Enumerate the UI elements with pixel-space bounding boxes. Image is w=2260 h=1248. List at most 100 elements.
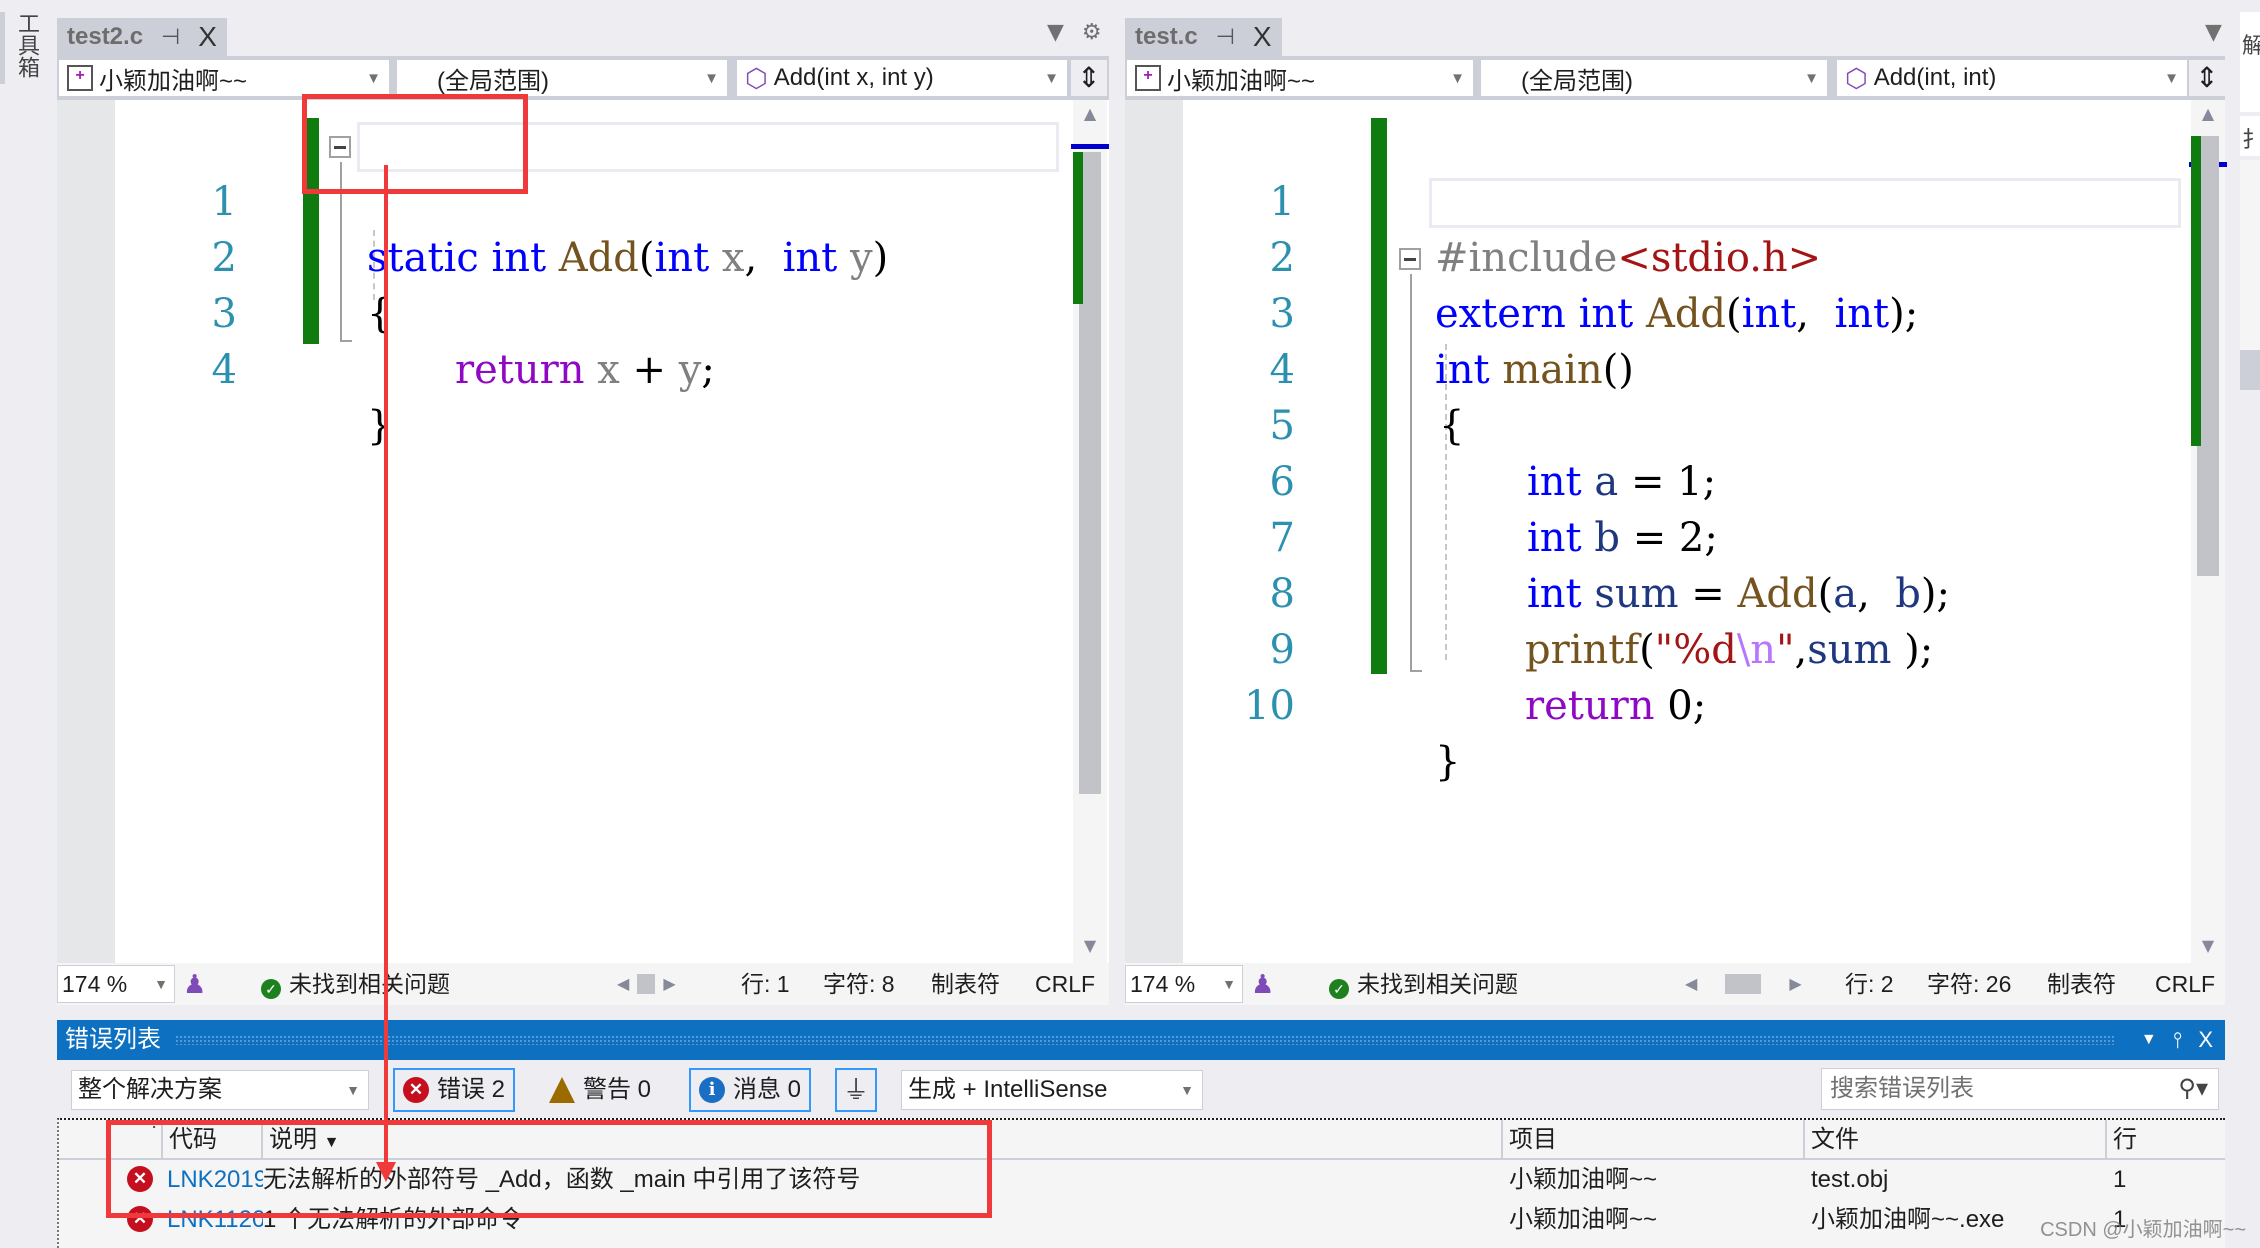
navigation-bar: + 小颖加油啊~~ ▼ (全局范围) ▼ ⬡ Add(int x, int y)…	[57, 56, 1109, 100]
errors-toggle[interactable]: ✕ 错误 2	[393, 1068, 516, 1112]
search-icon[interactable]: ⚲▾	[2178, 1069, 2208, 1109]
member-name: Add(int, int)	[1873, 64, 1997, 91]
right-editor-pane: test.c ⊣ X ▼ + 小颖加油啊~~ ▼ (全局范围) ▼ ⬡ Add(…	[1125, 18, 2227, 1005]
issues-indicator[interactable]: ✓ 未找到相关问题	[1329, 963, 1518, 1005]
member-dropdown[interactable]: ⬡ Add(int, int) ▼	[1837, 60, 2187, 96]
side-panel-label[interactable]: 解	[2242, 28, 2260, 60]
errors-label: 错误 2	[437, 1076, 506, 1103]
tab-list-dropdown-icon[interactable]: ▼	[1047, 20, 1064, 45]
scope-filter-dropdown[interactable]: 整个解决方案 ▼	[71, 1070, 369, 1110]
project-dropdown[interactable]: + 小颖加油啊~~ ▼	[1127, 60, 1473, 96]
project-dropdown[interactable]: + 小颖加油啊~~ ▼	[59, 60, 389, 96]
issues-text: 未找到相关问题	[1357, 971, 1518, 997]
code-line: 5 int a = 1;	[1125, 342, 2225, 505]
annotation-arrow	[384, 165, 388, 1165]
error-project: 小颖加油啊~~	[1509, 1206, 1658, 1233]
pin-icon[interactable]: ⫯	[2173, 1020, 2183, 1060]
split-window-button[interactable]: ⇕	[1071, 60, 1107, 96]
scope-dropdown[interactable]: (全局范围) ▼	[397, 60, 727, 96]
zoom-dropdown[interactable]: 174 % ▼	[57, 965, 175, 1003]
error-project: 小颖加油啊~~	[1509, 1166, 1658, 1193]
token: +	[632, 347, 667, 393]
scope-name: (全局范围)	[1521, 67, 1633, 95]
code-line: 2 extern int Add(int, int);	[1125, 174, 2225, 337]
tab-tools: ▼	[2205, 20, 2222, 45]
horizontal-scrollbar[interactable]: ◀ ▶	[617, 973, 676, 995]
tabs-indicator[interactable]: 制表符	[931, 963, 1000, 1005]
chevron-down-icon: ▼	[704, 70, 719, 87]
code-editor[interactable]: 1 #include<stdio.h> 2 extern int Add(int…	[1125, 100, 2227, 963]
zoom-dropdown[interactable]: 174 % ▼	[1125, 965, 1243, 1003]
pin-icon[interactable]: ⊣	[161, 24, 180, 50]
side-panel-strip: 解 扌	[2240, 12, 2260, 1012]
project-icon: +	[67, 65, 93, 91]
build-filter-button[interactable]: ⏚	[835, 1068, 878, 1112]
token: y	[678, 347, 702, 393]
line-ending-indicator[interactable]: CRLF	[1035, 963, 1095, 1005]
line-ending-indicator[interactable]: CRLF	[2155, 963, 2215, 1005]
tab-list-dropdown-icon[interactable]: ▼	[2205, 20, 2222, 45]
scroll-left-icon[interactable]: ◀	[1685, 974, 1697, 994]
error-list-titlebar[interactable]: 错误列表 ▼ ⫯ X	[57, 1020, 2225, 1060]
code-line: 1 #include<stdio.h>	[1125, 118, 2225, 281]
token: x	[597, 347, 620, 393]
window-menu-icon[interactable]: ▼	[2141, 1020, 2157, 1060]
scroll-up-icon[interactable]: ▲	[1073, 104, 1107, 123]
scroll-left-icon[interactable]: ◀	[617, 974, 629, 994]
column-project[interactable]: 项目	[1501, 1120, 1803, 1160]
messages-toggle[interactable]: i 消息 0	[689, 1068, 812, 1112]
navigation-bar: + 小颖加油啊~~ ▼ (全局范围) ▼ ⬡ Add(int, int) ▼ ⇕	[1125, 56, 2225, 100]
code-line: 1 static int Add(int x, int y)	[57, 118, 1109, 281]
error-list-toolbar: 整个解决方案 ▼ ✕ 错误 2 警告 0 i 消息 0 ⏚ 生成 + Intel…	[57, 1064, 2225, 1114]
code-line: 3 return x + y;	[57, 230, 1109, 393]
source-filter-dropdown[interactable]: 生成 + IntelliSense ▼	[901, 1070, 1203, 1110]
column-line[interactable]: 行	[2105, 1120, 2175, 1160]
close-icon[interactable]: X	[198, 21, 217, 53]
check-icon: ✓	[1329, 979, 1349, 999]
horizontal-scrollbar[interactable]: ◀ ▶	[1685, 973, 1802, 995]
tab-test2-c[interactable]: test2.c ⊣ X	[57, 18, 227, 56]
close-icon[interactable]: X	[1253, 21, 1272, 53]
error-file: test.obj	[1811, 1166, 1889, 1193]
intellicode-icon[interactable]: ♟	[183, 963, 206, 1005]
char-indicator[interactable]: 字符: 26	[1927, 963, 2011, 1005]
gear-icon[interactable]: ⚙	[1082, 20, 1102, 45]
warnings-label: 警告 0	[583, 1076, 652, 1103]
tab-test-c[interactable]: test.c ⊣ X	[1125, 18, 1282, 56]
vertical-scrollbar[interactable]: ▲ ▼	[1071, 100, 1109, 963]
token: 0	[1667, 683, 1693, 729]
column-file[interactable]: 文件	[1803, 1120, 2105, 1160]
split-window-button[interactable]: ⇕	[2189, 60, 2225, 96]
zoom-value: 174 %	[1130, 971, 1196, 997]
pin-icon[interactable]: ⊣	[1216, 24, 1235, 50]
scroll-down-icon[interactable]: ▼	[1073, 936, 1107, 955]
scroll-down-icon[interactable]: ▼	[2191, 936, 2225, 955]
scroll-right-icon[interactable]: ▶	[1789, 974, 1801, 994]
intellicode-icon[interactable]: ♟	[1251, 963, 1274, 1005]
issues-text: 未找到相关问题	[289, 971, 450, 997]
close-icon[interactable]: X	[2198, 1020, 2213, 1060]
scope-filter-value: 整个解决方案	[78, 1076, 222, 1103]
line-indicator[interactable]: 行: 1	[741, 963, 790, 1005]
scroll-up-icon[interactable]: ▲	[2191, 104, 2225, 123]
line-indicator[interactable]: 行: 2	[1845, 963, 1894, 1005]
side-panel-search[interactable]: 扌	[2242, 122, 2260, 154]
scroll-right-icon[interactable]: ▶	[663, 974, 675, 994]
warnings-toggle[interactable]: 警告 0	[541, 1068, 659, 1112]
member-dropdown[interactable]: ⬡ Add(int x, int y) ▼	[737, 60, 1067, 96]
scope-dropdown[interactable]: (全局范围) ▼	[1481, 60, 1827, 96]
hscroll-thumb[interactable]	[1725, 974, 1762, 994]
chevron-down-icon: ▼	[366, 70, 381, 87]
error-search-input[interactable]: 搜索错误列表 ⚲▾	[1821, 1068, 2219, 1110]
code-editor[interactable]: 1 static int Add(int x, int y) 2 { 3 ret…	[57, 100, 1109, 963]
toolbox-tab-strip	[0, 12, 5, 84]
issues-indicator[interactable]: ✓ 未找到相关问题	[261, 963, 450, 1005]
chevron-down-icon: ▼	[1222, 976, 1236, 992]
toolbox-tab[interactable]: 工具箱	[12, 12, 39, 78]
check-icon: ✓	[261, 979, 281, 999]
tabs-indicator[interactable]: 制表符	[2047, 963, 2116, 1005]
change-marker	[2191, 136, 2201, 446]
hscroll-thumb[interactable]	[637, 974, 656, 994]
vertical-scrollbar[interactable]: ▲ ▼	[2189, 100, 2227, 963]
char-indicator[interactable]: 字符: 8	[823, 963, 895, 1005]
